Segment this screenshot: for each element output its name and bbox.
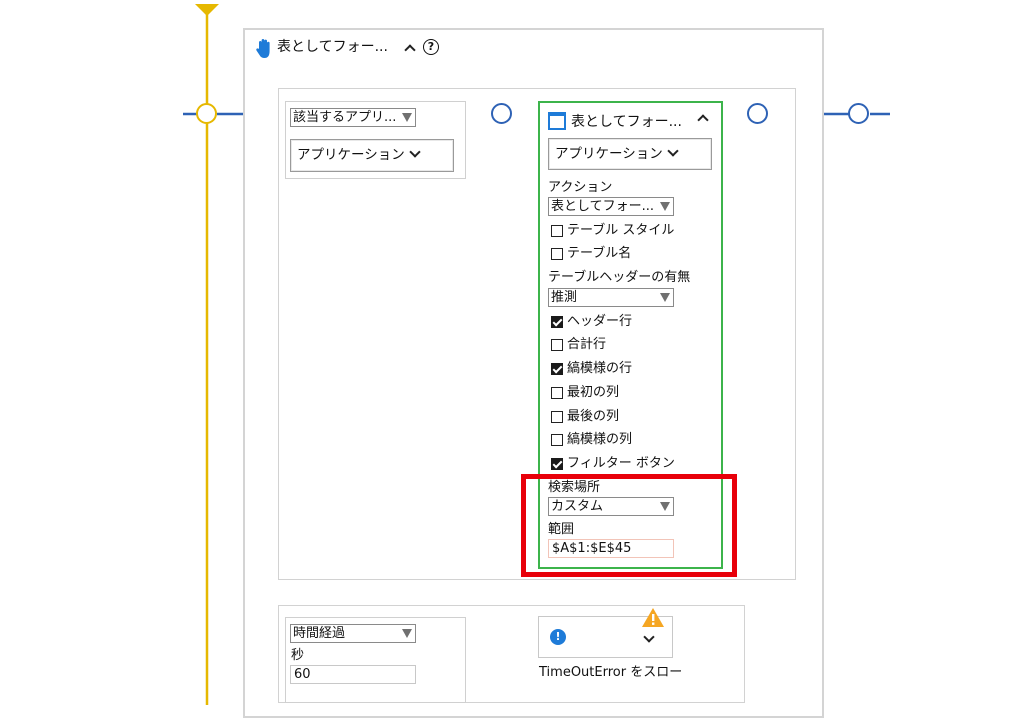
flow-node-2[interactable]	[747, 103, 768, 124]
option-table-name[interactable]: テーブル名	[551, 246, 711, 264]
checkbox[interactable]	[551, 387, 563, 399]
timeout-select[interactable]: 時間経過	[290, 624, 416, 643]
condition-select-value: 該当するアプリ...	[293, 110, 397, 125]
option-first-column[interactable]: 最初の列	[551, 385, 711, 403]
option-filter-button[interactable]: フィルター ボタン	[551, 456, 711, 474]
option-total-row[interactable]: 合計行	[551, 337, 711, 355]
collapse-chevron-icon[interactable]	[402, 42, 418, 56]
hand-icon	[255, 38, 275, 60]
condition-app-label: アプリケーション	[297, 147, 405, 163]
checkbox-checked[interactable]	[551, 363, 563, 375]
action-card-title: 表としてフォー...	[571, 114, 682, 130]
flow-node-main[interactable]	[196, 103, 217, 124]
header-select-value: 推測	[551, 290, 578, 305]
seconds-value: 60	[294, 667, 311, 682]
action-select[interactable]: 表としてフォー...	[548, 197, 674, 216]
dropdown-arrow-icon	[402, 629, 412, 638]
option-label: テーブル スタイル	[567, 223, 675, 238]
chevron-down-icon[interactable]	[643, 630, 660, 644]
checkbox[interactable]	[551, 339, 563, 351]
option-label: 合計行	[567, 337, 607, 352]
option-label: 最初の列	[567, 385, 620, 400]
seconds-input[interactable]: 60	[290, 665, 416, 684]
checkbox-checked[interactable]	[551, 458, 563, 470]
condition-select[interactable]: 該当するアプリ...	[290, 108, 416, 127]
window-icon	[548, 112, 566, 130]
header-label: テーブルヘッダーの有無	[548, 270, 691, 285]
flow-node-3[interactable]	[848, 103, 869, 124]
timeout-select-value: 時間経過	[293, 626, 346, 641]
option-label: 縞模様の行	[567, 361, 633, 376]
option-label: フィルター ボタン	[567, 456, 675, 471]
condition-app-button[interactable]: アプリケーション	[290, 139, 454, 172]
checkbox[interactable]	[551, 434, 563, 446]
option-header-row[interactable]: ヘッダー行	[551, 314, 711, 332]
checkbox[interactable]	[551, 225, 563, 237]
chevron-down-icon	[409, 146, 421, 158]
info-icon: !	[550, 629, 566, 645]
action-select-value: 表としてフォー...	[551, 199, 655, 214]
option-label: 縞模様の列	[567, 432, 633, 447]
dropdown-arrow-icon	[660, 202, 670, 211]
option-banded-rows[interactable]: 縞模様の行	[551, 361, 711, 379]
seconds-label: 秒	[291, 648, 305, 663]
option-label: テーブル名	[567, 246, 632, 261]
action-app-button[interactable]: アプリケーション	[548, 138, 712, 170]
help-icon[interactable]: ?	[423, 39, 439, 55]
action-app-label: アプリケーション	[555, 146, 663, 162]
checkbox-checked[interactable]	[551, 316, 563, 328]
option-table-style[interactable]: テーブル スタイル	[551, 223, 711, 241]
option-banded-columns[interactable]: 縞模様の列	[551, 432, 711, 450]
action-label: アクション	[548, 180, 613, 195]
option-label: ヘッダー行	[567, 314, 633, 329]
error-caption: TimeOutError をスロー	[539, 665, 683, 680]
flow-node-1[interactable]	[491, 103, 512, 124]
option-label: 最後の列	[567, 409, 620, 424]
option-last-column[interactable]: 最後の列	[551, 409, 711, 427]
chevron-down-icon	[667, 145, 679, 157]
highlight-box	[521, 474, 737, 577]
dropdown-arrow-icon	[402, 113, 412, 122]
checkbox[interactable]	[551, 248, 563, 260]
warning-icon	[641, 607, 665, 629]
checkbox[interactable]	[551, 411, 563, 423]
dropdown-arrow-icon	[660, 293, 670, 302]
header-select[interactable]: 推測	[548, 288, 674, 307]
outer-block-title: 表としてフォー...	[277, 39, 388, 55]
collapse-chevron-icon[interactable]	[695, 112, 711, 126]
